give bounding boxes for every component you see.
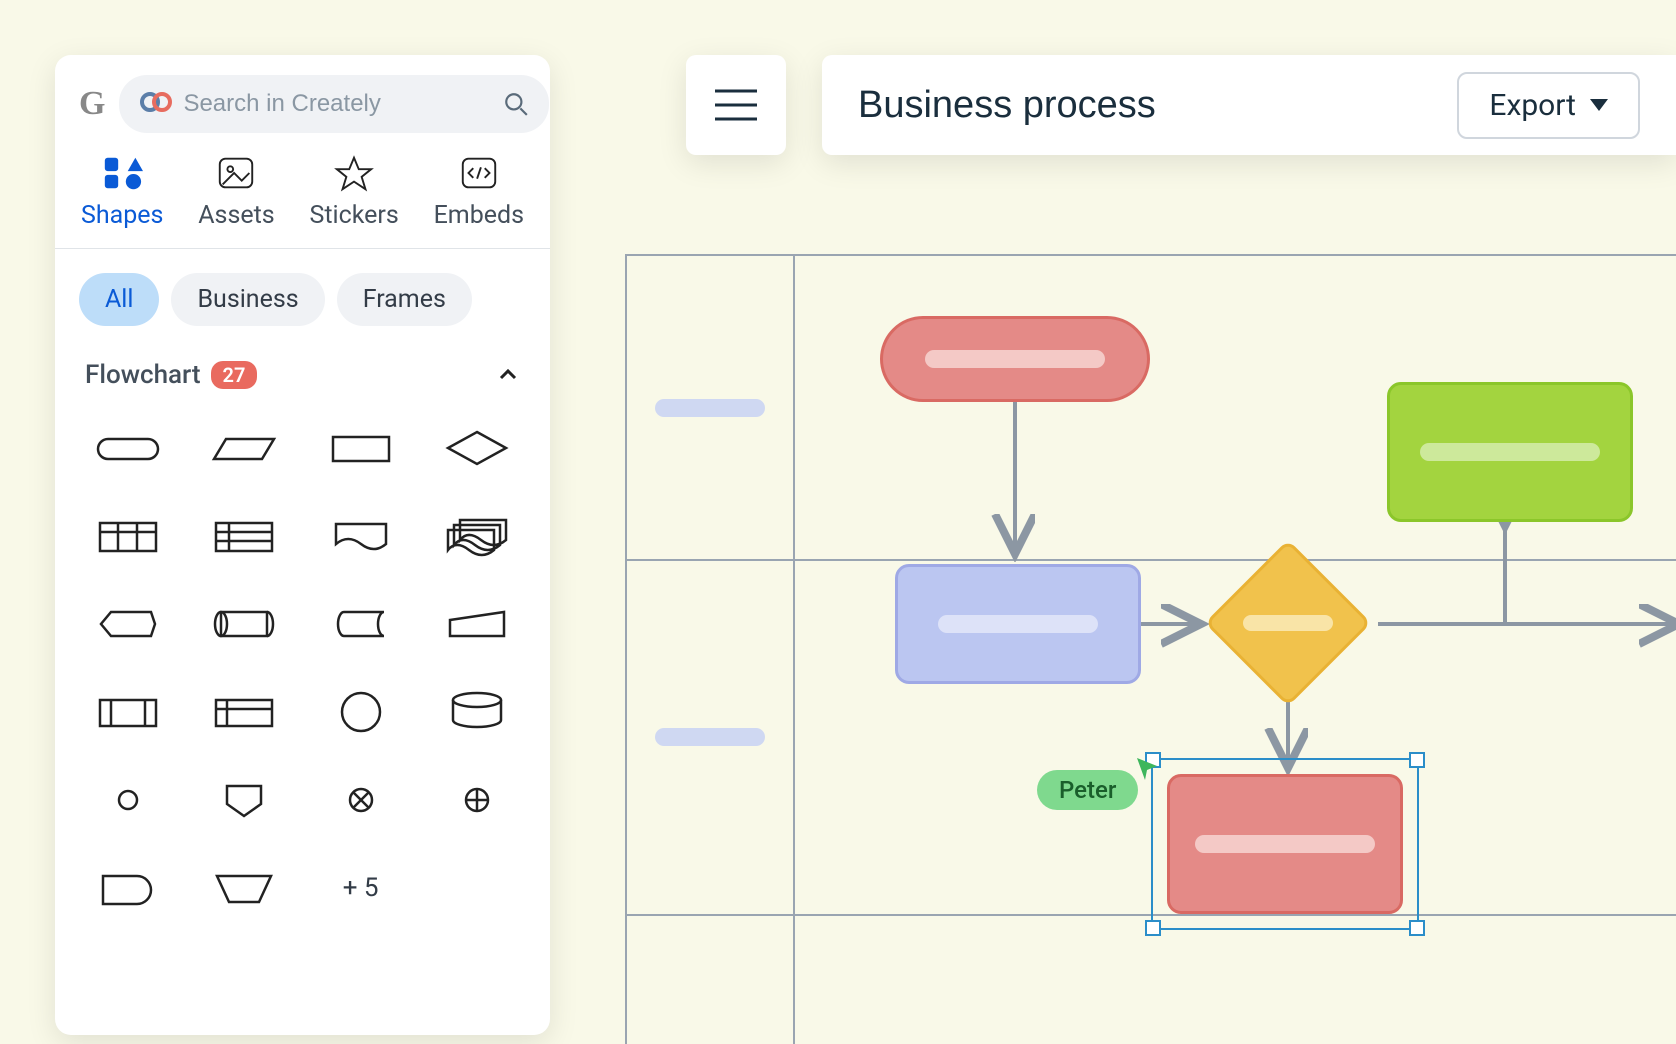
connectors	[625, 254, 1676, 1044]
shape-table-rows[interactable]	[195, 506, 293, 566]
section-flowchart-header[interactable]: Flowchart 27	[55, 326, 550, 390]
star-icon	[332, 153, 376, 193]
shape-stored-data[interactable]	[312, 594, 410, 654]
shapes-icon	[100, 153, 144, 193]
sidebar-panel: G Shapes Assets Stickers	[55, 55, 550, 1035]
section-count-badge: 27	[211, 361, 258, 389]
hamburger-icon	[711, 85, 761, 125]
tab-label: Embeds	[434, 201, 524, 230]
export-label: Export	[1489, 88, 1576, 123]
shape-predefined-process[interactable]	[79, 682, 177, 742]
section-title: Flowchart	[85, 360, 201, 390]
tab-label: Stickers	[310, 201, 399, 230]
search-icon	[503, 91, 529, 117]
shape-parallelogram[interactable]	[195, 418, 293, 478]
shape-summing-x[interactable]	[312, 770, 410, 830]
filter-frames[interactable]: Frames	[337, 273, 472, 326]
node-start[interactable]	[880, 316, 1150, 402]
code-icon	[457, 153, 501, 193]
shape-empty	[428, 858, 526, 918]
chevron-up-icon	[496, 363, 520, 387]
shape-grid: + 5	[55, 390, 550, 918]
export-button[interactable]: Export	[1457, 72, 1640, 139]
tab-stickers[interactable]: Stickers	[310, 153, 399, 248]
shape-rectangle[interactable]	[312, 418, 410, 478]
tab-label: Shapes	[81, 201, 163, 230]
tab-shapes[interactable]: Shapes	[81, 153, 163, 248]
google-g-icon: G	[79, 85, 105, 123]
shape-more-button[interactable]: + 5	[312, 858, 410, 918]
shape-table-grid[interactable]	[79, 506, 177, 566]
collaborator-name: Peter	[1059, 776, 1116, 804]
shape-document[interactable]	[312, 506, 410, 566]
node-process-red[interactable]	[1167, 774, 1403, 914]
filter-all[interactable]: All	[79, 273, 159, 326]
shape-terminator[interactable]	[79, 418, 177, 478]
shape-display[interactable]	[79, 594, 177, 654]
shape-manual-input[interactable]	[428, 594, 526, 654]
shape-internal-storage[interactable]	[195, 682, 293, 742]
collaborator-badge: Peter	[1037, 770, 1138, 810]
shape-drum-h[interactable]	[195, 594, 293, 654]
chevron-down-icon	[1590, 99, 1608, 111]
filter-business[interactable]: Business	[171, 273, 324, 326]
shape-circle[interactable]	[312, 682, 410, 742]
search-input[interactable]	[183, 90, 493, 118]
tab-label: Assets	[198, 201, 274, 230]
title-bar: Export	[822, 55, 1676, 155]
image-icon	[214, 153, 258, 193]
collaborator-cursor-icon	[1135, 756, 1159, 782]
shape-or-plus[interactable]	[428, 770, 526, 830]
tab-assets[interactable]: Assets	[198, 153, 274, 248]
diagram-canvas[interactable]: Peter	[625, 254, 1676, 1044]
shape-offpage[interactable]	[195, 770, 293, 830]
shape-diamond[interactable]	[428, 418, 526, 478]
node-process-blue[interactable]	[895, 564, 1141, 684]
search-box[interactable]	[119, 75, 549, 133]
menu-button[interactable]	[686, 55, 786, 155]
shape-multi-document[interactable]	[428, 506, 526, 566]
tab-embeds[interactable]: Embeds	[434, 153, 524, 248]
shape-manual-op[interactable]	[195, 858, 293, 918]
shape-delay[interactable]	[79, 858, 177, 918]
shape-database[interactable]	[428, 682, 526, 742]
creately-logo-icon	[139, 90, 173, 118]
shape-connector-circle[interactable]	[79, 770, 177, 830]
document-title-input[interactable]	[858, 84, 1427, 127]
node-process-green[interactable]	[1387, 382, 1633, 522]
